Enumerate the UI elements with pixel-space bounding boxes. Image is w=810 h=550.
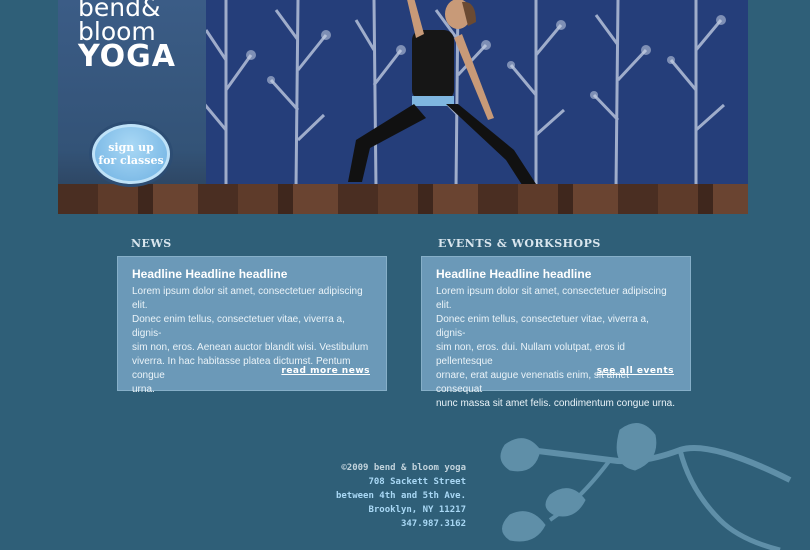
footer-contact: ©2009 bend & bloom yoga 708 Sackett Stre… bbox=[336, 461, 466, 531]
site-logo[interactable]: bend& bloom YOGA bbox=[78, 0, 176, 74]
news-headline[interactable]: Headline Headline headline bbox=[132, 267, 372, 281]
news-line: Lorem ipsum dolor sit amet, consectetuer… bbox=[132, 286, 363, 311]
events-line: Lorem ipsum dolor sit amet, consectetuer… bbox=[436, 286, 667, 311]
news-section-title: NEWS bbox=[131, 237, 172, 250]
tree-wallpaper-pattern bbox=[206, 0, 726, 188]
address-city: Brooklyn, NY 11217 bbox=[368, 505, 466, 515]
events-line: nunc massa sit amet felis. condimentum c… bbox=[436, 398, 676, 409]
wood-floor bbox=[58, 184, 748, 214]
events-section-title: EVENTS & WORKSHOPS bbox=[438, 237, 601, 250]
hero-banner: bend& bloom YOGA sign up for classes bbox=[58, 0, 748, 214]
address-cross-streets: between 4th and 5th Ave. bbox=[335, 491, 466, 501]
logo-line-3: YOGA bbox=[78, 39, 176, 74]
news-line: urna. bbox=[132, 384, 155, 395]
events-body: Lorem ipsum dolor sit amet, consectetuer… bbox=[436, 285, 676, 411]
events-headline[interactable]: Headline Headline headline bbox=[436, 267, 676, 281]
events-line: sim non, eros. dui. Nullam volutpat, ero… bbox=[436, 342, 625, 367]
copyright: ©2009 bend & bloom yoga bbox=[341, 463, 466, 473]
news-card: Headline Headline headline Lorem ipsum d… bbox=[117, 256, 387, 395]
news-body: Lorem ipsum dolor sit amet, consectetuer… bbox=[132, 285, 372, 397]
address-street: 708 Sackett Street bbox=[368, 477, 466, 487]
signup-label-1: sign up bbox=[108, 141, 154, 154]
news-line: sim non, eros. Aenean auctor blandit wis… bbox=[132, 342, 369, 353]
events-card: Headline Headline headline Lorem ipsum d… bbox=[421, 256, 691, 409]
news-line: Donec enim tellus, consectetuer vitae, v… bbox=[132, 314, 345, 339]
phone-number: 347.987.3162 bbox=[400, 519, 466, 529]
magnolia-branch-decoration bbox=[500, 423, 792, 550]
read-more-news-link[interactable]: read more news bbox=[281, 366, 370, 376]
events-line: Donec enim tellus, consectetuer vitae, v… bbox=[436, 314, 649, 339]
signup-label-2: for classes bbox=[98, 154, 164, 167]
signup-for-classes-button[interactable]: sign up for classes bbox=[92, 124, 170, 184]
see-all-events-link[interactable]: see all events bbox=[597, 366, 674, 376]
